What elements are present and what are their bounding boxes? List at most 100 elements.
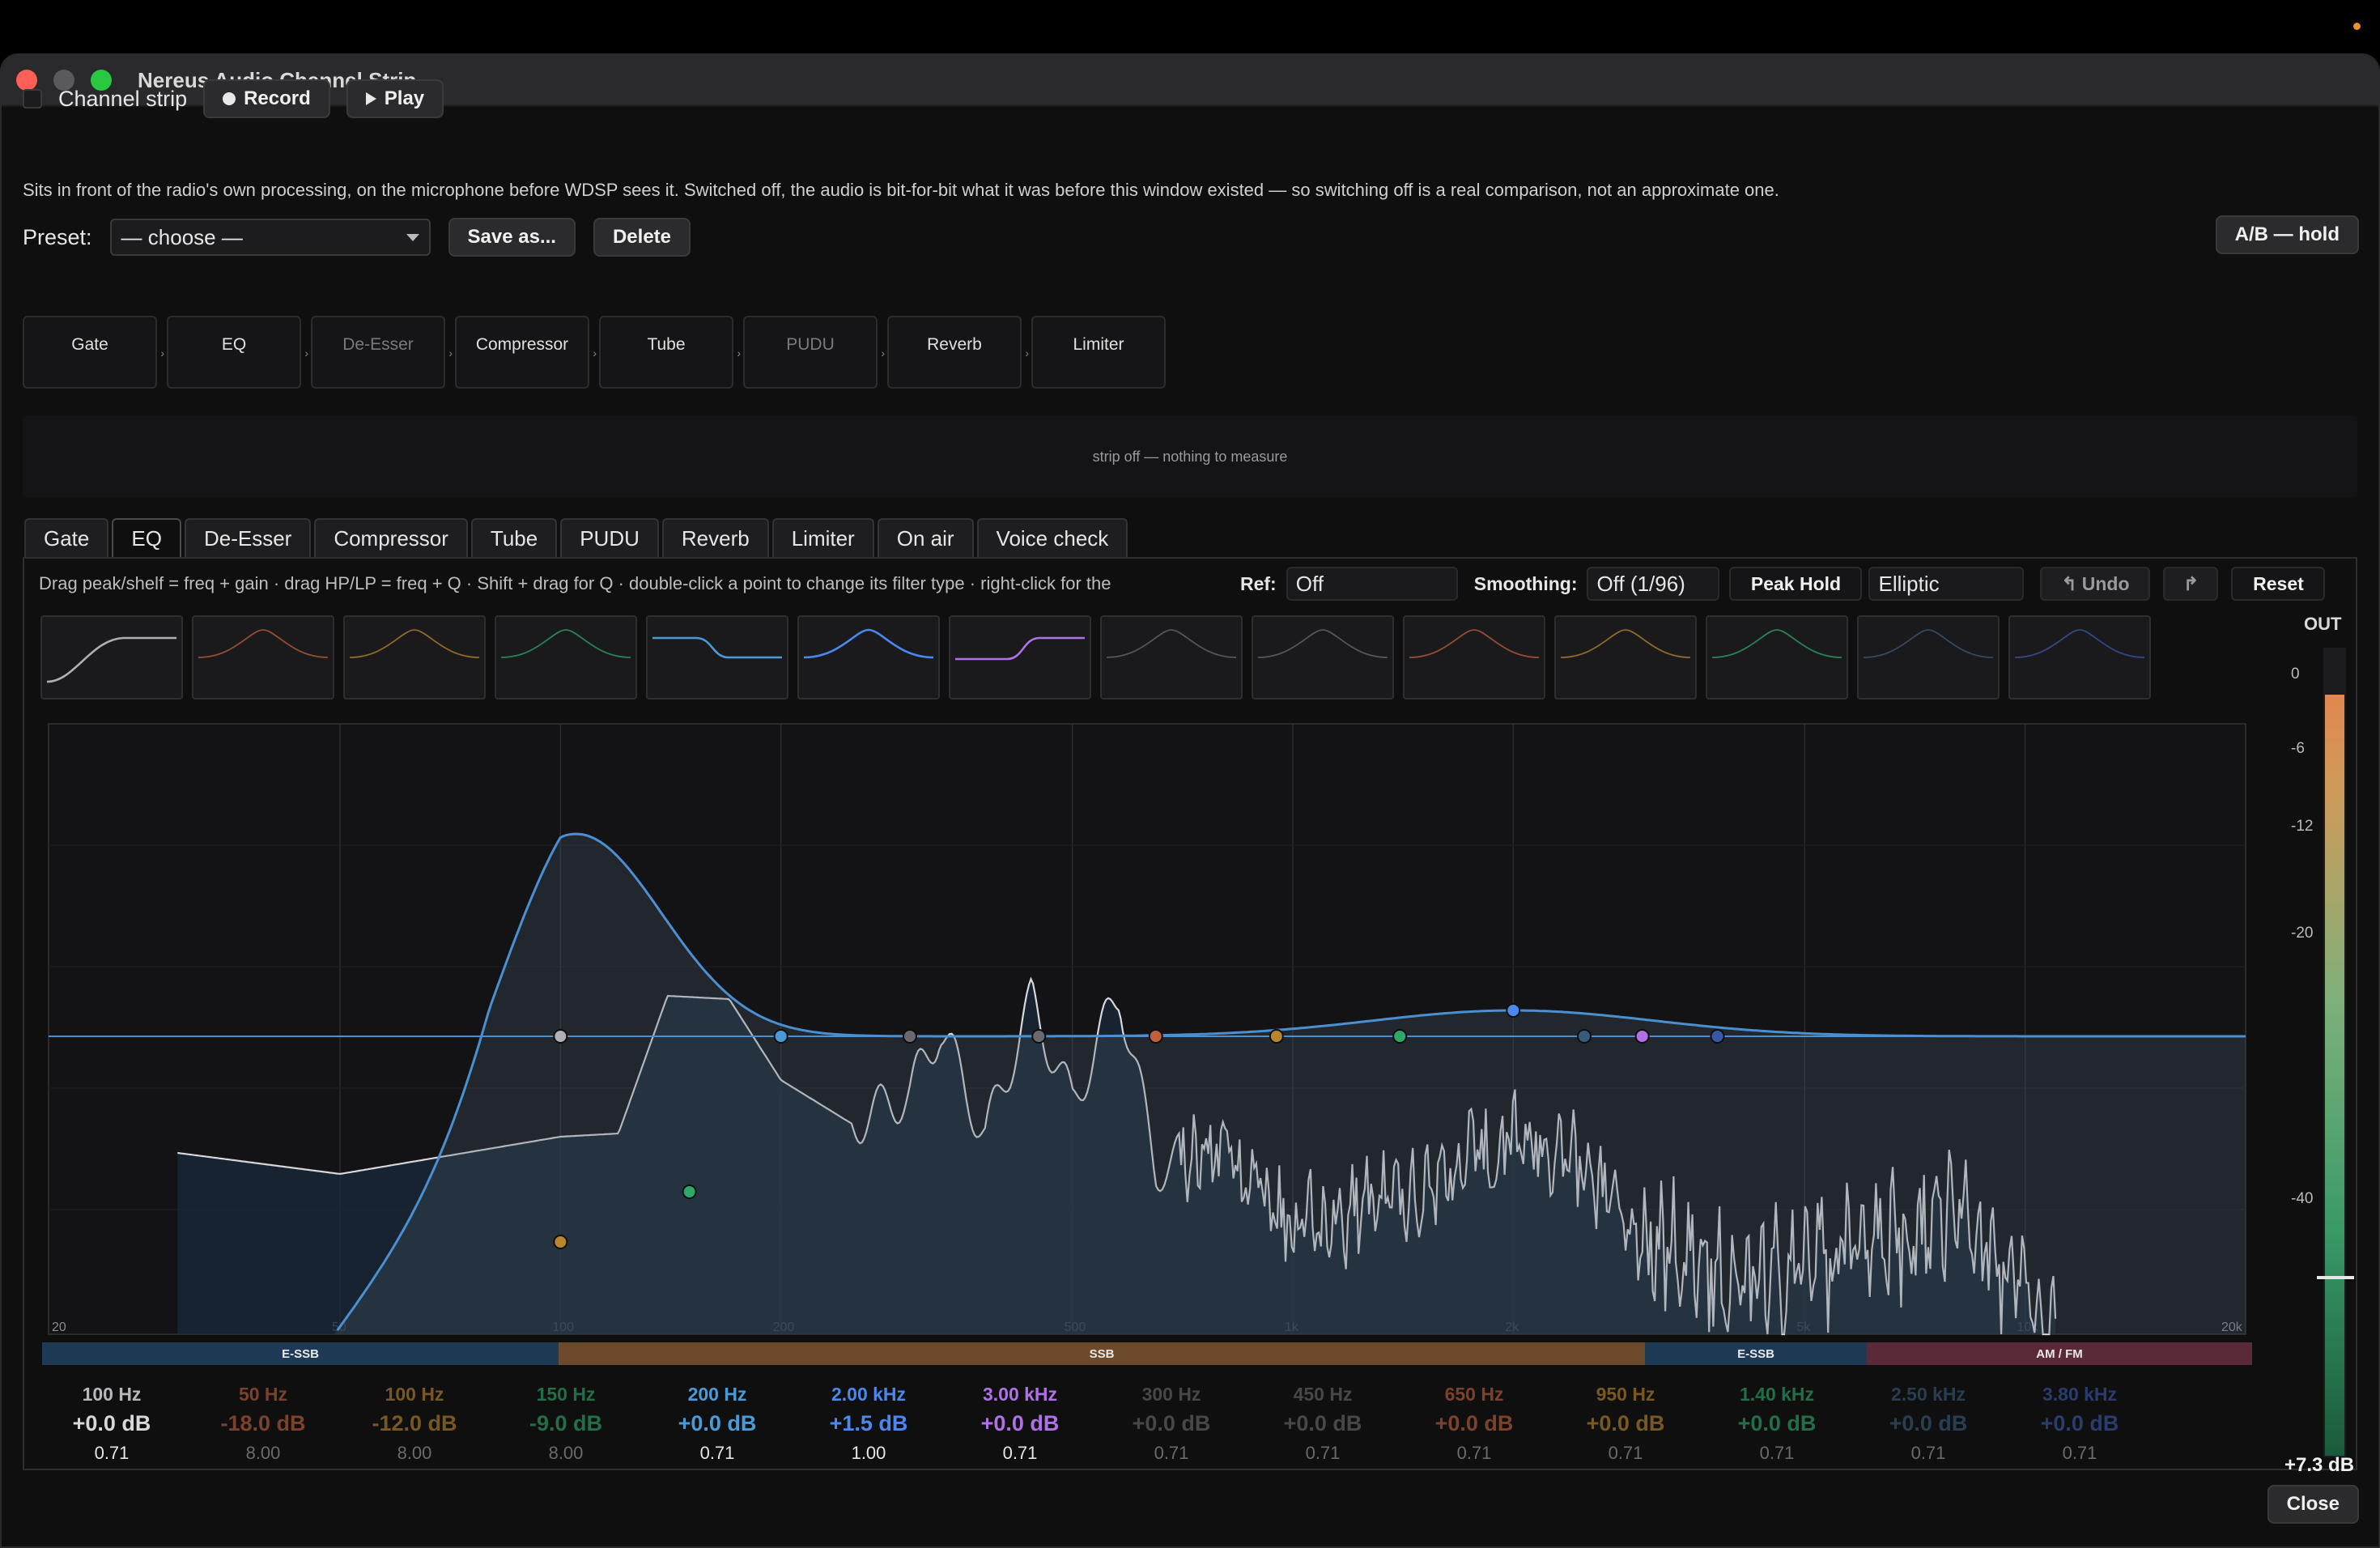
freq-axis-label: 20: [52, 1320, 66, 1334]
play-label: Play: [384, 87, 425, 109]
band-gain: +0.0 dB: [980, 1411, 1060, 1435]
band-handle[interactable]: [1031, 1029, 1047, 1044]
band-handle[interactable]: [1148, 1029, 1163, 1044]
tab-voice-check[interactable]: Voice check: [976, 518, 1128, 557]
band-q: 0.71: [1759, 1443, 1795, 1463]
tab-on-air[interactable]: On air: [877, 518, 974, 557]
band-handle[interactable]: [553, 1235, 568, 1249]
band-thumbnail-14[interactable]: [2008, 615, 2151, 700]
band-freq: 2.00 kHz: [831, 1384, 907, 1405]
band-thumbnail-12[interactable]: [1706, 615, 1848, 700]
band-thumbnail-11[interactable]: [1554, 615, 1697, 700]
band-gain: +0.0 dB: [1434, 1411, 1514, 1435]
band-handle[interactable]: [1506, 1003, 1521, 1018]
chain-module-label: PUDU: [786, 335, 835, 354]
band-handle[interactable]: [773, 1029, 788, 1044]
band-handle[interactable]: [1577, 1029, 1592, 1044]
chevron-right-icon: ›: [1025, 347, 1029, 359]
ref-value: Off: [1295, 571, 1324, 596]
strip-description: Sits in front of the radio's own process…: [23, 180, 1779, 200]
chain-module-eq[interactable]: EQ ›: [167, 316, 308, 389]
band-handle[interactable]: [682, 1184, 697, 1199]
band-thumbnail-4[interactable]: [495, 615, 637, 700]
band-thumbnail-7[interactable]: [949, 615, 1091, 700]
band-handle[interactable]: [1634, 1029, 1650, 1044]
channel-strip-checkbox[interactable]: [23, 89, 42, 108]
band-thumbnail-13[interactable]: [1857, 615, 2000, 700]
ref-select[interactable]: Off: [1286, 567, 1458, 601]
band-readout-5[interactable]: 200 Hz +0.0 dB 0.71: [646, 1381, 788, 1467]
smoothing-select[interactable]: Off (1/96): [1587, 567, 1720, 601]
band-readout-3[interactable]: 100 Hz -12.0 dB 8.00: [343, 1381, 486, 1467]
band-readout-2[interactable]: 50 Hz -18.0 dB 8.00: [192, 1381, 334, 1467]
band-readout-14[interactable]: 3.80 kHz +0.0 dB 0.71: [2008, 1381, 2151, 1467]
tab-reverb[interactable]: Reverb: [661, 518, 769, 557]
out-tick-label: -20: [2291, 925, 2314, 942]
chevron-down-icon: [406, 233, 419, 241]
band-gain: +0.0 dB: [1132, 1411, 1211, 1435]
tab-de-esser[interactable]: De-Esser: [184, 518, 312, 557]
band-thumbnail-9[interactable]: [1252, 615, 1394, 700]
band-readout-13[interactable]: 2.50 kHz +0.0 dB 0.71: [1857, 1381, 2000, 1467]
band-thumbnail-2[interactable]: [192, 615, 334, 700]
chain-module-reverb[interactable]: Reverb ›: [887, 316, 1029, 389]
ab-hold-button[interactable]: A/B — hold: [2215, 215, 2359, 254]
band-region-2: SSB: [559, 1342, 1645, 1365]
filter-design-select[interactable]: Elliptic: [1868, 567, 2025, 601]
band-thumbnail-3[interactable]: [343, 615, 486, 700]
band-thumbnail-6[interactable]: [797, 615, 940, 700]
band-handle[interactable]: [1710, 1029, 1725, 1044]
band-thumbnail-8[interactable]: [1100, 615, 1243, 700]
band-curve-icon: [1409, 629, 1540, 658]
record-button[interactable]: Record: [203, 79, 330, 118]
delete-button[interactable]: Delete: [593, 218, 691, 257]
chain-module-label: Tube: [647, 335, 686, 354]
redo-button[interactable]: ↱: [2163, 567, 2219, 601]
tab-gate[interactable]: Gate: [24, 518, 109, 557]
eq-response-plot[interactable]: 20501002005001k2k5k10k20k: [40, 716, 2254, 1342]
peak-hold-button[interactable]: Peak Hold: [1729, 567, 1863, 601]
chain-module-gate[interactable]: Gate ›: [23, 316, 164, 389]
band-thumbnail-5[interactable]: [646, 615, 788, 700]
band-q: 0.71: [1002, 1443, 1038, 1463]
chain-module-tube[interactable]: Tube ›: [599, 316, 741, 389]
band-readout-9[interactable]: 450 Hz +0.0 dB 0.71: [1252, 1381, 1394, 1467]
chevron-right-icon: ›: [304, 347, 308, 359]
band-readout-8[interactable]: 300 Hz +0.0 dB 0.71: [1100, 1381, 1243, 1467]
chain-module-pudu[interactable]: PUDU ›: [743, 316, 885, 389]
band-gain: +0.0 dB: [1737, 1411, 1817, 1435]
tab-limiter[interactable]: Limiter: [771, 518, 874, 557]
band-gain: -18.0 dB: [220, 1411, 306, 1435]
band-readout-12[interactable]: 1.40 kHz +0.0 dB 0.71: [1706, 1381, 1848, 1467]
tab-pudu[interactable]: PUDU: [560, 518, 659, 557]
band-thumbnail-10[interactable]: [1403, 615, 1545, 700]
band-freq: 50 Hz: [238, 1384, 288, 1405]
band-readout-4[interactable]: 150 Hz -9.0 dB 8.00: [495, 1381, 637, 1467]
band-handle[interactable]: [1269, 1029, 1284, 1044]
chain-module-limiter[interactable]: Limiter: [1031, 316, 1166, 389]
close-button[interactable]: Close: [2267, 1485, 2359, 1524]
band-curve-icon: [1863, 629, 1994, 658]
preset-select[interactable]: — choose —: [109, 219, 431, 256]
band-handle[interactable]: [553, 1029, 568, 1044]
band-readout-1[interactable]: 100 Hz +0.0 dB 0.71: [40, 1381, 183, 1467]
tab-eq[interactable]: EQ: [112, 518, 181, 557]
band-readout-6[interactable]: 2.00 kHz +1.5 dB 1.00: [797, 1381, 940, 1467]
band-readout-10[interactable]: 650 Hz +0.0 dB 0.71: [1403, 1381, 1545, 1467]
preset-value: — choose —: [121, 224, 243, 249]
tab-compressor[interactable]: Compressor: [314, 518, 468, 557]
save-as-button[interactable]: Save as...: [448, 218, 576, 257]
band-handle[interactable]: [1392, 1029, 1408, 1044]
reset-button[interactable]: Reset: [2231, 567, 2326, 601]
undo-button[interactable]: ↰ Undo: [2040, 567, 2151, 601]
band-handle[interactable]: [902, 1029, 917, 1044]
chain-module-compressor[interactable]: Compressor ›: [455, 316, 597, 389]
tab-tube[interactable]: Tube: [470, 518, 558, 557]
chain-module-de-esser[interactable]: De-Esser ›: [311, 316, 453, 389]
band-readout-11[interactable]: 950 Hz +0.0 dB 0.71: [1554, 1381, 1697, 1467]
play-button[interactable]: Play: [346, 79, 444, 118]
band-thumbnail-1[interactable]: [40, 615, 183, 700]
redo-icon: ↱: [2182, 572, 2199, 594]
band-readout-7[interactable]: 3.00 kHz +0.0 dB 0.71: [949, 1381, 1091, 1467]
band-freq: 150 Hz: [536, 1384, 596, 1405]
